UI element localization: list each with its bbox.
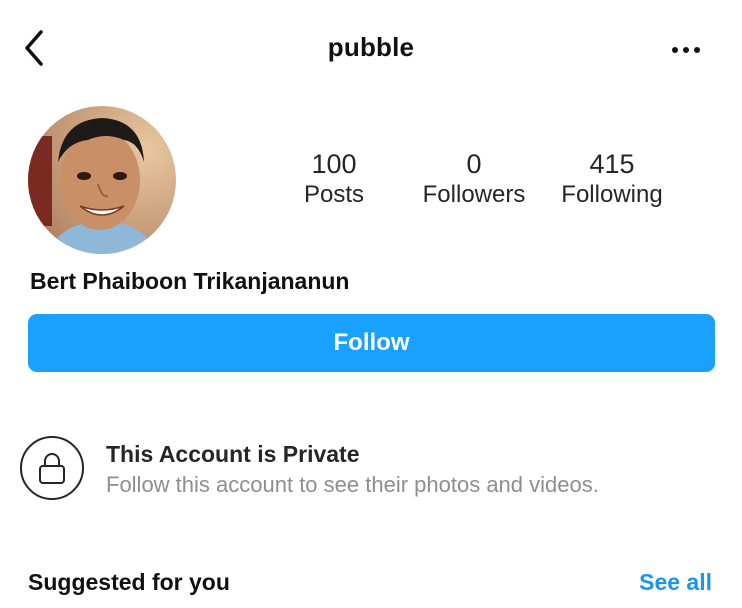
posts-label: Posts xyxy=(303,181,365,208)
avatar-photo xyxy=(28,106,176,254)
stat-followers[interactable]: 0 Followers xyxy=(414,148,534,210)
followers-count: 0 xyxy=(466,149,482,179)
following-label: Following xyxy=(561,181,663,208)
following-count: 415 xyxy=(589,149,635,179)
lock-badge xyxy=(20,436,84,500)
profile-username: pubble xyxy=(327,32,415,62)
private-account-subtitle: Follow this account to see their photos … xyxy=(106,472,599,497)
followers-label: Followers xyxy=(422,181,526,208)
more-options-button[interactable] xyxy=(664,32,708,68)
stat-following[interactable]: 415 Following xyxy=(552,148,672,210)
see-all-link[interactable]: See all xyxy=(639,569,712,596)
more-horizontal-icon xyxy=(672,47,700,53)
follow-button[interactable]: Follow xyxy=(28,314,715,372)
profile-full-name: Bert Phaiboon Trikanjananun xyxy=(30,268,350,294)
lock-icon xyxy=(39,453,65,484)
profile-avatar[interactable] xyxy=(28,106,176,254)
private-account-title: This Account is Private xyxy=(106,441,360,467)
top-bar: pubble xyxy=(0,0,742,100)
stat-posts[interactable]: 100 Posts xyxy=(284,148,384,210)
suggested-heading: Suggested for you xyxy=(28,569,230,595)
posts-count: 100 xyxy=(311,149,357,179)
